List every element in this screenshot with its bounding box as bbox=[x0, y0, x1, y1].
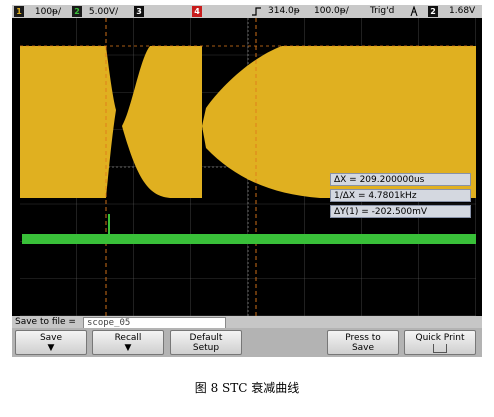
rising-slope-icon bbox=[410, 5, 418, 17]
ch2-spike bbox=[108, 214, 110, 234]
trigger-status: Trig'd bbox=[370, 6, 395, 16]
trigger-source-badge: 2 bbox=[428, 6, 438, 17]
ch4-status[interactable]: 4 bbox=[192, 6, 202, 17]
save-softkey-label: Save bbox=[39, 333, 63, 343]
oscilloscope-screen: 1 100ᵽ/ 2 5.00V/ 3 4 314.0ᵽ 100.0ᵽ/ Trig… bbox=[12, 5, 482, 357]
default-setup-softkey[interactable]: Default Setup bbox=[170, 330, 242, 355]
press-to-save-line1: Press to bbox=[345, 333, 381, 343]
status-bar: 1 100ᵽ/ 2 5.00V/ 3 4 314.0ᵽ 100.0ᵽ/ Trig… bbox=[12, 5, 482, 18]
print-tray-icon bbox=[433, 344, 447, 353]
ch1-badge: 1 bbox=[14, 6, 24, 17]
ch2-badge: 2 bbox=[72, 6, 82, 17]
ch1-waveform bbox=[20, 46, 116, 198]
figure-caption: 图 8 STC 衰减曲线 bbox=[194, 381, 300, 395]
ch1-status[interactable]: 1 100ᵽ/ bbox=[14, 6, 61, 17]
press-to-save-softkey[interactable]: Press to Save bbox=[327, 330, 399, 355]
ch4-badge: 4 bbox=[192, 6, 202, 17]
waveform-display: 1 T 2 bbox=[20, 18, 476, 316]
ch2-status[interactable]: 2 5.00V/ bbox=[72, 6, 118, 17]
ch1-scale: 100ᵽ/ bbox=[34, 7, 62, 17]
readout-delta-y: ΔY(1) = -202.500mV bbox=[330, 205, 471, 218]
readout-inv-delta-x: 1/ΔX = 4.7801kHz bbox=[330, 189, 471, 202]
softkey-bar: Save ▼ Recall ▼ Default Setup Press to S… bbox=[12, 328, 482, 357]
recall-softkey-label: Recall bbox=[114, 333, 142, 343]
default-setup-line2: Setup bbox=[192, 343, 220, 353]
ch3-badge: 3 bbox=[134, 6, 144, 17]
save-file-row: Save to file = scope_05 bbox=[12, 316, 482, 329]
ch2-scale: 5.00V/ bbox=[88, 7, 119, 17]
ch2-waveform bbox=[22, 234, 476, 244]
press-to-save-line2: Save bbox=[351, 343, 375, 353]
time-scale[interactable]: 100.0ᵽ/ bbox=[314, 6, 349, 17]
save-to-file-label: Save to file = bbox=[15, 317, 76, 327]
down-arrow-icon: ▼ bbox=[47, 343, 55, 353]
trigger-source[interactable]: 2 bbox=[428, 6, 438, 17]
ch3-status[interactable]: 3 bbox=[134, 6, 144, 17]
quick-print-label: Quick Print bbox=[415, 333, 465, 343]
trigger-edge-icon bbox=[252, 6, 262, 17]
quick-print-softkey[interactable]: Quick Print bbox=[404, 330, 476, 355]
trigger-level[interactable]: 1.68V bbox=[449, 6, 475, 17]
recall-softkey[interactable]: Recall ▼ bbox=[92, 330, 164, 355]
down-arrow-icon: ▼ bbox=[124, 343, 132, 353]
save-softkey[interactable]: Save ▼ bbox=[15, 330, 87, 355]
default-setup-line1: Default bbox=[189, 333, 223, 343]
readout-delta-x: ΔX = 209.200000us bbox=[330, 173, 471, 186]
time-position[interactable]: 314.0ᵽ bbox=[268, 6, 300, 17]
